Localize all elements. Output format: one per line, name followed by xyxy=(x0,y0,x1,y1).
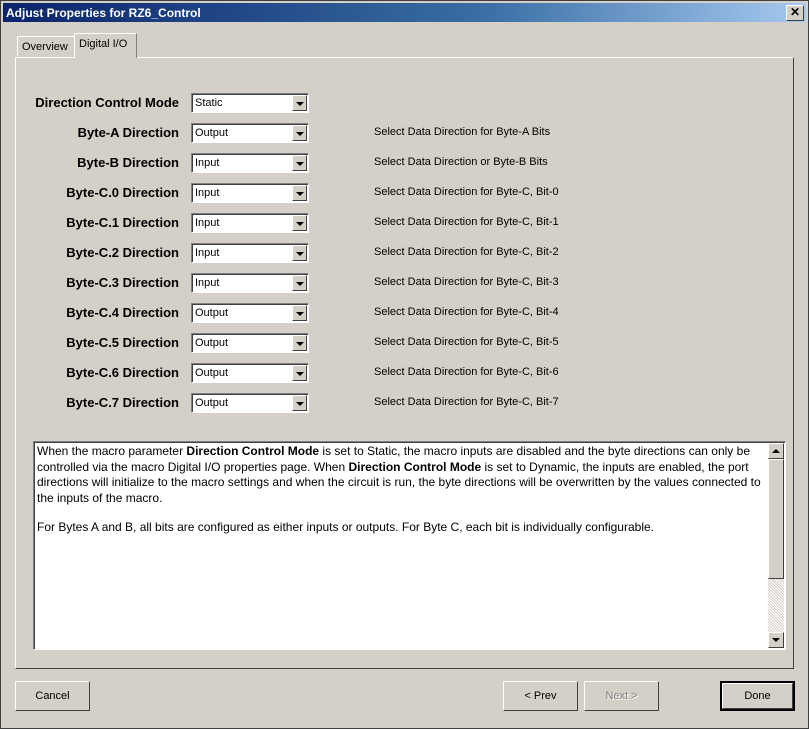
direction-select[interactable]: Output xyxy=(191,303,309,323)
direction-label: Byte-C.1 Direction xyxy=(66,215,179,230)
direction-select[interactable]: Input xyxy=(191,243,309,263)
chevron-down-icon[interactable] xyxy=(292,185,307,201)
direction-select-value: Input xyxy=(195,157,220,169)
direction-row: Byte-C.3 Direction Input Select Data Direc… xyxy=(16,273,795,295)
scroll-track[interactable] xyxy=(768,579,784,632)
direction-label: Byte-C.3 Direction xyxy=(66,275,179,290)
direction-select-value: Output xyxy=(195,397,229,409)
direction-select-value: Output xyxy=(195,367,229,379)
chevron-down-icon[interactable] xyxy=(292,365,307,381)
title-bar[interactable]: Adjust Properties for RZ6_Control ✕ xyxy=(3,3,806,22)
close-button[interactable]: ✕ xyxy=(786,5,804,21)
direction-label: Byte-C.6 Direction xyxy=(66,365,179,380)
help-text-run: When the macro parameter xyxy=(37,444,187,458)
chevron-down-icon[interactable] xyxy=(292,155,307,171)
chevron-down-icon[interactable] xyxy=(292,305,307,321)
chevron-down-icon[interactable] xyxy=(292,245,307,261)
direction-select[interactable]: Input xyxy=(191,273,309,293)
direction-description: Select Data Direction for Byte-C, Bit-7 xyxy=(374,396,559,408)
chevron-down-icon[interactable] xyxy=(292,275,307,291)
chevron-down-icon[interactable] xyxy=(292,125,307,141)
direction-select[interactable]: Output xyxy=(191,123,309,143)
direction-row: Byte-C.4 Direction Output Select Data Dire… xyxy=(16,303,795,325)
direction-select[interactable]: Input xyxy=(191,153,309,173)
direction-select-value: Output xyxy=(195,127,229,139)
direction-row: Direction Control Mode Static xyxy=(16,93,795,115)
direction-description: Select Data Direction for Byte-C, Bit-3 xyxy=(374,276,559,288)
direction-select-value: Static xyxy=(195,97,223,109)
scroll-thumb[interactable] xyxy=(768,459,784,579)
chevron-down-icon[interactable] xyxy=(292,215,307,231)
direction-description: Select Data Direction for Byte-C, Bit-5 xyxy=(374,336,559,348)
direction-select-value: Input xyxy=(195,277,220,289)
direction-description: Select Data Direction for Byte-C, Bit-1 xyxy=(374,216,559,228)
direction-select-value: Input xyxy=(195,187,220,199)
direction-select[interactable]: Output xyxy=(191,363,309,383)
tab-digital-io[interactable]: Digital I/O xyxy=(74,33,137,58)
dialog-window: Adjust Properties for RZ6_Control ✕ Over… xyxy=(0,0,809,729)
direction-row: Byte-C.5 Direction Output Select Data Dire… xyxy=(16,333,795,355)
window-title: Adjust Properties for RZ6_Control xyxy=(6,6,201,20)
prev-button[interactable]: < Prev xyxy=(503,681,578,711)
direction-label: Byte-C.7 Direction xyxy=(66,395,179,410)
direction-label: Byte-A Direction xyxy=(77,125,179,140)
next-button[interactable]: Next > xyxy=(584,681,659,711)
cancel-button[interactable]: Cancel xyxy=(15,681,90,711)
direction-select-value: Output xyxy=(195,307,229,319)
tab-panel: Direction Control Mode Static Byte-A Direc… xyxy=(15,57,794,669)
chevron-down-icon[interactable] xyxy=(292,95,307,111)
direction-label: Byte-C.4 Direction xyxy=(66,305,179,320)
done-button-label: Done xyxy=(744,690,771,702)
help-paragraph-1: When the macro parameter Direction Contr… xyxy=(37,444,767,506)
help-text-box[interactable]: When the macro parameter Direction Contr… xyxy=(33,441,786,650)
help-text-bold: Direction Control Mode xyxy=(186,444,320,458)
direction-select-value: Output xyxy=(195,337,229,349)
direction-row: Byte-B Direction Input Select Data Directi… xyxy=(16,153,795,175)
help-text-bold: Direction Control Mode xyxy=(348,459,482,474)
chevron-down-icon[interactable] xyxy=(292,335,307,351)
close-icon: ✕ xyxy=(789,5,801,19)
direction-row: Byte-C.7 Direction Output Select Data Dire… xyxy=(16,393,795,415)
direction-select[interactable]: Input xyxy=(191,213,309,233)
direction-label: Byte-C.2 Direction xyxy=(66,245,179,260)
direction-description: Select Data Direction for Byte-C, Bit-0 xyxy=(374,186,559,198)
scroll-up-icon[interactable] xyxy=(768,443,784,459)
direction-select-value: Input xyxy=(195,247,220,259)
chevron-down-icon[interactable] xyxy=(292,395,307,411)
direction-description: Select Data Direction for Byte-C, Bit-2 xyxy=(374,246,559,258)
direction-row: Byte-C.2 Direction Input Select Data Direc… xyxy=(16,243,795,265)
help-text: When the macro parameter Direction Contr… xyxy=(37,444,767,550)
direction-row: Byte-A Direction Output Select Data Direct… xyxy=(16,123,795,145)
direction-description: Select Data Direction for Byte-C, Bit-4 xyxy=(374,306,559,318)
direction-label: Byte-C.5 Direction xyxy=(66,335,179,350)
direction-label: Byte-C.0 Direction xyxy=(66,185,179,200)
direction-row: Byte-C.1 Direction Input Select Data Direc… xyxy=(16,213,795,235)
direction-description: Select Data Direction or Byte-B Bits xyxy=(374,156,548,168)
direction-select[interactable]: Static xyxy=(191,93,309,113)
direction-row: Byte-C.6 Direction Output Select Data Dire… xyxy=(16,363,795,385)
direction-select[interactable]: Output xyxy=(191,333,309,353)
direction-row: Byte-C.0 Direction Input Select Data Direc… xyxy=(16,183,795,205)
direction-label: Byte-B Direction xyxy=(77,155,179,170)
direction-label: Direction Control Mode xyxy=(35,95,179,110)
direction-description: Select Data Direction for Byte-A Bits xyxy=(374,126,551,138)
done-button[interactable]: Done xyxy=(720,681,795,711)
direction-select[interactable]: Output xyxy=(191,393,309,413)
direction-description: Select Data Direction for Byte-C, Bit-6 xyxy=(374,366,559,378)
help-paragraph-2: For Bytes A and B, all bits are configur… xyxy=(37,520,654,534)
direction-select-value: Input xyxy=(195,217,220,229)
direction-select[interactable]: Input xyxy=(191,183,309,203)
vertical-scrollbar[interactable] xyxy=(768,443,784,648)
tab-overview[interactable]: Overview xyxy=(17,36,75,56)
scroll-down-icon[interactable] xyxy=(768,632,784,648)
